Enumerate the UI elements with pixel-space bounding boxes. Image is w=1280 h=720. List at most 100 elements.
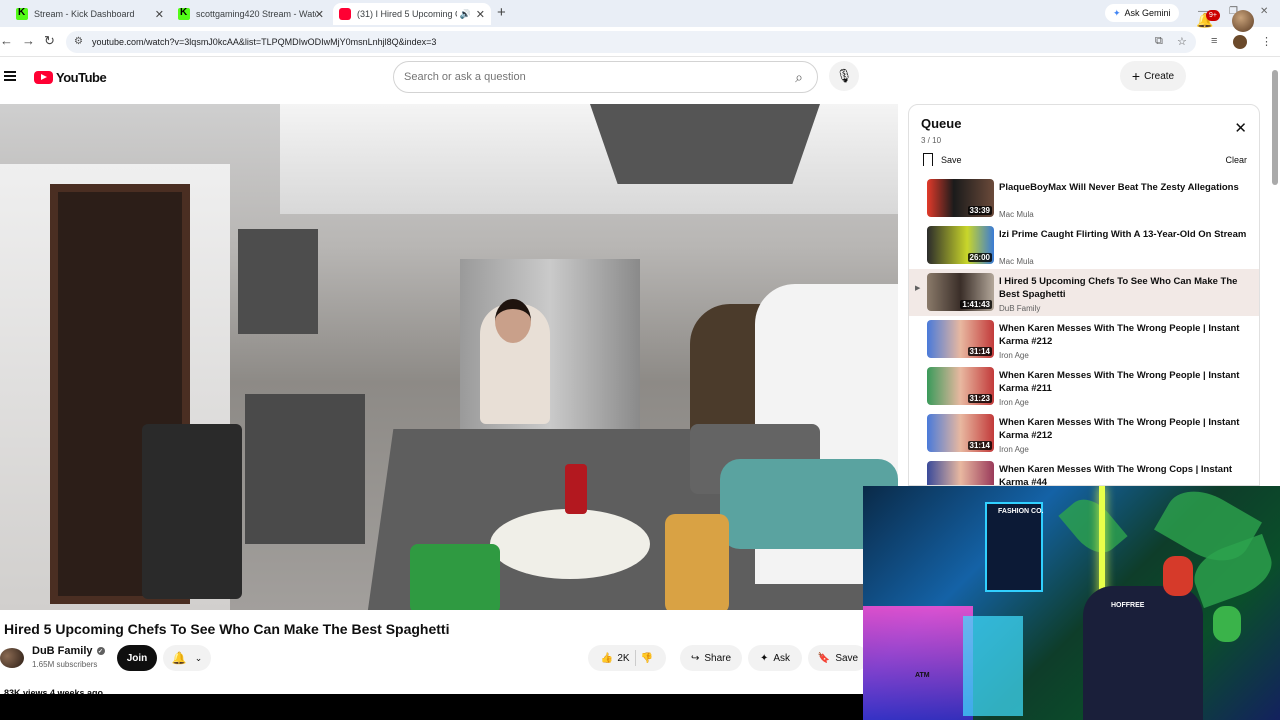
queue-clear-button[interactable]: Clear: [1225, 155, 1247, 165]
video-frame-bag: [410, 544, 500, 610]
queue-item-channel: Iron Age: [999, 351, 1029, 360]
back-icon[interactable]: ←: [0, 33, 13, 48]
close-icon[interactable]: ✕: [476, 8, 485, 21]
address-bar-row: ← → ↻ ⚙ youtube.com/watch?v=3lqsmJ0kcAA&…: [0, 27, 1280, 57]
queue-panel: Queue 3 / 10 ✕ Save Clear 33:39 PlaqueBo…: [908, 104, 1260, 486]
save-button[interactable]: 🔖 Save: [808, 645, 868, 671]
site-info-icon[interactable]: ⚙: [74, 36, 83, 47]
queue-item-channel: Mac Mula: [999, 210, 1034, 219]
queue-item[interactable]: 31:14 When Karen Messes With The Wrong P…: [909, 316, 1259, 363]
subscribe-notification-button[interactable]: 🔔 ⌄: [163, 645, 211, 671]
join-button[interactable]: Join: [117, 645, 157, 671]
user-avatar[interactable]: [1232, 10, 1254, 32]
channel-name[interactable]: DuB Family ✓: [32, 645, 105, 657]
ask-label: Ask: [773, 652, 791, 664]
url-text: youtube.com/watch?v=3lqsmJ0kcAA&list=TLP…: [92, 37, 437, 47]
queue-item-title: PlaqueBoyMax Will Never Beat The Zesty A…: [999, 182, 1239, 193]
video-frame-bottle: [565, 464, 587, 514]
webcam-overlay: FASHION CO. HOFFREE ATM: [863, 486, 1280, 720]
verified-icon: ✓: [96, 647, 105, 655]
duration-badge: 1:41:43: [960, 300, 992, 309]
share-button[interactable]: ↪ Share: [680, 645, 742, 671]
queue-save-button[interactable]: Save: [923, 153, 962, 166]
queue-save-label: Save: [941, 154, 962, 165]
menu-icon[interactable]: [4, 71, 16, 81]
bookmark-star-icon[interactable]: ☆: [1177, 35, 1187, 48]
tab-kick-dashboard[interactable]: Stream - Kick Dashboard ✕: [10, 3, 170, 25]
page-scrollbar[interactable]: [1270, 60, 1280, 486]
divider: [634, 650, 636, 666]
create-button[interactable]: + Create: [1120, 61, 1186, 91]
video-thumbnail: [927, 461, 994, 485]
webcam-label: ATM: [915, 672, 930, 679]
subscriber-count: 1.65M subscribers: [32, 660, 98, 669]
queue-item[interactable]: 31:23 When Karen Messes With The Wrong P…: [909, 363, 1259, 410]
like-dislike-group: 👍 2K 👎: [588, 645, 666, 671]
video-title: Hired 5 Upcoming Chefs To See Who Can Ma…: [4, 621, 450, 637]
reload-icon[interactable]: ↻: [44, 33, 55, 49]
webcam-neon-light: [863, 606, 973, 720]
window-close-icon[interactable]: ✕: [1260, 6, 1268, 17]
tab-youtube[interactable]: (31) I Hired 5 Upcoming Ch 🔊 ✕: [333, 3, 491, 25]
queue-item-channel: DuB Family: [999, 304, 1041, 313]
queue-item[interactable]: When Karen Messes With The Wrong Cops | …: [909, 457, 1259, 486]
url-field[interactable]: ⚙ youtube.com/watch?v=3lqsmJ0kcAA&list=T…: [66, 31, 1196, 53]
create-label: Create: [1144, 70, 1175, 82]
ask-button[interactable]: ✦ Ask: [748, 645, 802, 671]
close-icon[interactable]: ✕: [1234, 119, 1247, 137]
save-label: Save: [835, 652, 859, 664]
search-input[interactable]: [404, 71, 764, 83]
reading-list-icon[interactable]: ≡: [1211, 35, 1217, 47]
share-icon: ↪: [690, 652, 700, 664]
search-icon[interactable]: ⌕: [782, 63, 816, 91]
new-tab-button[interactable]: +: [497, 4, 506, 21]
webcam-plant-leaf: [1058, 490, 1128, 562]
video-frame-plate: [490, 509, 650, 579]
video-frame-cabinet: [238, 229, 318, 334]
microphone-icon[interactable]: 🎙: [829, 61, 859, 91]
dislike-button[interactable]: 👎: [641, 653, 653, 664]
video-player[interactable]: [0, 104, 898, 610]
queue-position: 3 / 10: [921, 136, 942, 145]
browser-menu-icon[interactable]: ⋮: [1261, 35, 1272, 48]
video-frame-purifier: [142, 424, 242, 599]
queue-item-current[interactable]: ▶ 1:41:43 I Hired 5 Upcoming Chefs To Se…: [909, 269, 1259, 316]
queue-item[interactable]: 26:00 Izi Prime Caught Flirting With A 1…: [909, 222, 1259, 269]
scrollbar-thumb[interactable]: [1272, 70, 1278, 185]
queue-item[interactable]: 33:39 PlaqueBoyMax Will Never Beat The Z…: [909, 175, 1259, 222]
youtube-logo[interactable]: YouTube: [34, 70, 107, 85]
webcam-box: [985, 502, 1043, 592]
duration-badge: 33:39: [967, 206, 992, 215]
close-icon[interactable]: ✕: [315, 8, 324, 21]
queue-item-title: When Karen Messes With The Wrong People …: [999, 323, 1240, 347]
youtube-header: YouTube ⌕ 🎙 + Create: [0, 57, 1280, 97]
channel-avatar[interactable]: [0, 648, 24, 668]
plus-icon: +: [1131, 68, 1141, 84]
browser-profile-avatar[interactable]: [1233, 35, 1247, 49]
close-icon[interactable]: ✕: [155, 8, 164, 21]
like-count: 2K: [617, 652, 630, 664]
ask-gemini-button[interactable]: ✦ Ask Gemini: [1105, 4, 1179, 22]
youtube-logo-text: YouTube: [56, 70, 107, 85]
search-box[interactable]: ⌕: [393, 61, 818, 93]
like-button[interactable]: 👍 2K: [601, 653, 630, 664]
tab-kick-stream[interactable]: scottgaming420 Stream - Watch ✕: [172, 3, 330, 25]
install-icon[interactable]: ⧉: [1155, 35, 1163, 48]
queue-item-title: When Karen Messes With The Wrong People …: [999, 370, 1240, 394]
duration-badge: 31:23: [967, 394, 992, 403]
speaker-icon[interactable]: 🔊: [460, 9, 471, 20]
sparkle-icon: ✦: [759, 652, 769, 664]
forward-icon[interactable]: →: [22, 33, 35, 48]
video-thumbnail: 31:14: [927, 320, 994, 358]
channel-name-text: DuB Family: [32, 645, 93, 657]
queue-item[interactable]: 31:14 When Karen Messes With The Wrong P…: [909, 410, 1259, 457]
tab-title: scottgaming420 Stream - Watch: [196, 9, 316, 19]
video-thumbnail: 31:14: [927, 414, 994, 452]
video-thumbnail: 26:00: [927, 226, 994, 264]
queue-title: Queue: [921, 116, 962, 131]
queue-item-channel: Mac Mula: [999, 257, 1034, 266]
browser-tab-bar: Stream - Kick Dashboard ✕ scottgaming420…: [0, 0, 1280, 27]
chevron-down-icon: ⌄: [194, 652, 203, 663]
queue-item-title: When Karen Messes With The Wrong Cops | …: [999, 464, 1233, 486]
video-thumbnail: 31:23: [927, 367, 994, 405]
